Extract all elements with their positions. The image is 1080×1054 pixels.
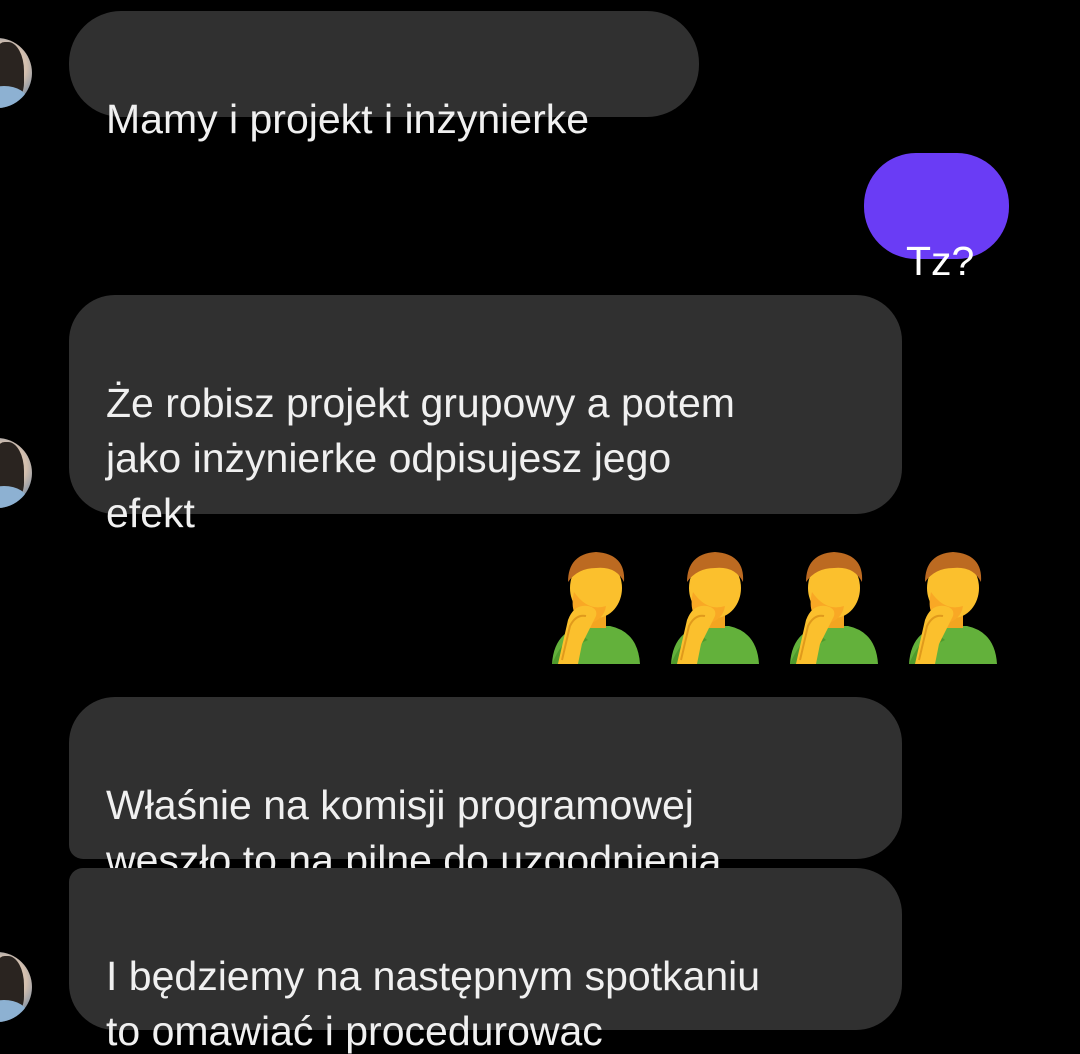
contact-avatar[interactable] xyxy=(0,952,32,1022)
received-message-bubble[interactable]: Że robisz projekt grupowy a potem jako i… xyxy=(69,295,902,536)
received-message-bubble[interactable]: Mamy i projekt i inżynierke xyxy=(69,11,699,142)
man-facepalming-emoji-icon xyxy=(671,552,759,664)
contact-avatar[interactable] xyxy=(0,38,32,108)
contact-avatar[interactable] xyxy=(0,438,32,508)
conversation-thread[interactable]: Mamy i projekt i inżynierke Tz? Że robis… xyxy=(0,0,1080,1054)
received-message-bubble[interactable]: I będziemy na następnym spotkaniu to oma… xyxy=(69,868,902,1054)
message-text: Że robisz projekt grupowy a potem jako i… xyxy=(106,380,735,536)
man-facepalming-emoji-icon xyxy=(790,552,878,664)
sent-message-bubble[interactable]: Tz? xyxy=(864,153,1009,284)
message-text: Mamy i projekt i inżynierke xyxy=(106,96,590,142)
sent-emoji-message[interactable] xyxy=(548,548,1000,664)
received-message-bubble[interactable]: Właśnie na komisji programowej weszło to… xyxy=(69,697,902,883)
man-facepalming-emoji-icon xyxy=(909,552,997,664)
message-text: Tz? xyxy=(906,238,975,284)
man-facepalming-emoji-icon xyxy=(552,552,640,664)
message-text: I będziemy na następnym spotkaniu to oma… xyxy=(106,953,761,1054)
